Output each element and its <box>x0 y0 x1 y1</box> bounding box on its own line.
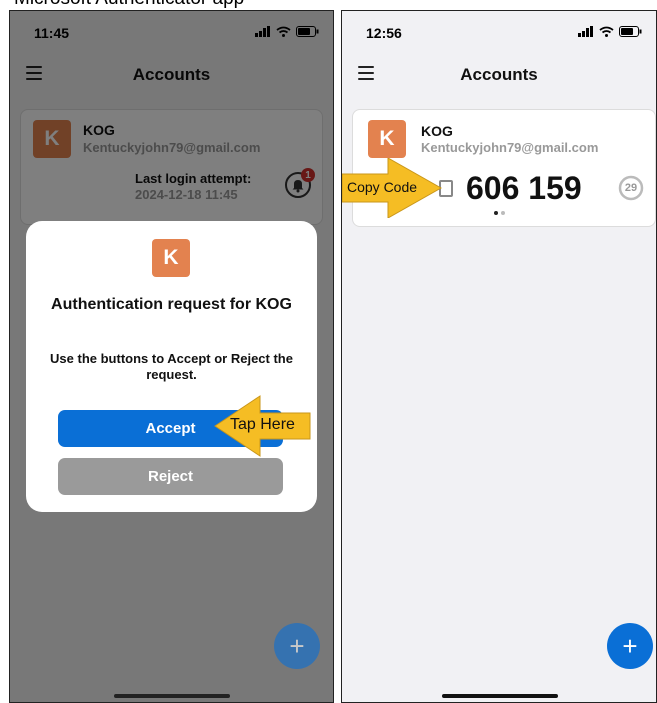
account-avatar: K <box>368 120 406 158</box>
dialog-message: Use the buttons to Accept or Reject the … <box>50 351 293 382</box>
home-indicator <box>114 694 230 698</box>
reject-button[interactable]: Reject <box>58 458 283 495</box>
status-time: 12:56 <box>366 25 402 41</box>
status-icons <box>578 26 642 37</box>
dialog-avatar: K <box>152 239 190 277</box>
account-email: Kentuckyjohn79@gmail.com <box>421 140 599 155</box>
dialog-title: Authentication request for KOG <box>51 296 292 313</box>
copy-code-label: Copy Code <box>347 179 418 195</box>
copy-code-callout: Copy Code <box>341 157 443 219</box>
signal-icon <box>578 26 593 37</box>
countdown-seconds: 29 <box>624 182 638 194</box>
page-dots <box>494 211 505 215</box>
wifi-icon <box>599 26 614 37</box>
add-account-button[interactable]: + <box>274 623 320 669</box>
page-header-text: Microsoft Authenticator app <box>14 0 244 10</box>
phone-screen-approval: 11:45 Accounts K KOG Kentuckyjohn79@gmai… <box>9 10 334 703</box>
home-indicator <box>442 694 558 698</box>
account-name: KOG <box>421 123 453 139</box>
otp-code[interactable]: 606 159 <box>466 170 582 207</box>
phone-screen-code: 12:56 Accounts K KOG Kentuckyjohn79@gmai… <box>341 10 657 703</box>
status-bar: 12:56 <box>342 11 656 55</box>
countdown-timer: 29 <box>618 175 644 201</box>
add-account-button[interactable]: + <box>607 623 653 669</box>
page-title: Accounts <box>460 65 538 84</box>
auth-request-dialog: K Authentication request for KOG Use the… <box>26 221 317 512</box>
app-bar: Accounts <box>342 55 656 95</box>
page-header: Microsoft Authenticator app <box>0 0 657 10</box>
tap-here-callout: Tap Here <box>214 395 312 457</box>
page-dot-active <box>494 211 498 215</box>
battery-icon <box>619 26 642 37</box>
tap-here-label: Tap Here <box>230 416 295 433</box>
page-dot <box>501 211 505 215</box>
